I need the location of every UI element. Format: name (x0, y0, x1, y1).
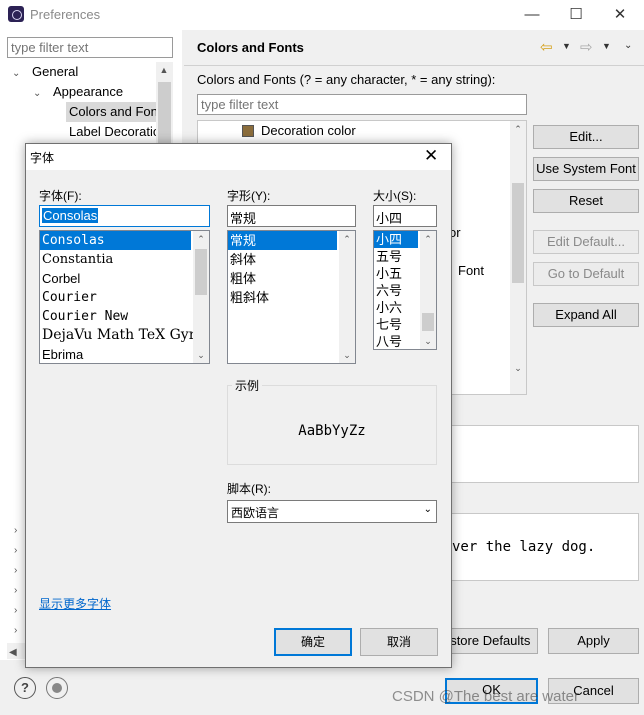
sample-text: AaBbYyZz (298, 423, 366, 439)
restore-defaults-button[interactable]: Restore Defaults (440, 628, 538, 654)
style-label: 字形(Y): (227, 189, 271, 203)
font-list-item[interactable]: Courier (40, 288, 209, 307)
color-swatch (242, 125, 254, 137)
font-list-item[interactable]: Ebrima (40, 345, 209, 363)
scroll-up-icon[interactable]: ⌃ (510, 121, 526, 137)
font-list-item[interactable]: Constantia (40, 250, 209, 269)
tree-item-colors-and-fonts[interactable]: Colors and Fonts (66, 102, 156, 122)
font-size-input[interactable]: 小四 (373, 205, 437, 227)
view-menu-icon[interactable]: ⌄ (624, 40, 632, 51)
style-list[interactable]: 常规 斜体 粗体 粗斜体 ⌃ ⌄ (227, 230, 356, 364)
font-list-item[interactable]: Consolas (40, 231, 191, 250)
preferences-titlebar: Preferences — ☐ ✕ (0, 0, 644, 30)
font-dialog-title: 字体 (30, 151, 55, 165)
chevron-down-icon: ⌄ (423, 504, 432, 515)
close-icon[interactable]: ✕ (598, 4, 642, 26)
edit-default-button[interactable]: Edit Default... (533, 230, 639, 254)
import-export-icon[interactable] (46, 677, 68, 699)
script-select[interactable]: 西欧语言 ⌄ (227, 500, 437, 523)
forward-dropdown-icon[interactable]: ▼ (602, 41, 611, 51)
use-system-font-button[interactable]: Use System Font (533, 157, 639, 181)
chevron-right-icon[interactable]: › (14, 585, 17, 596)
partial-tree-text: Font (458, 263, 485, 278)
chevron-down-icon: ⌄ (33, 88, 42, 99)
scroll-down-icon[interactable]: ⌄ (420, 333, 436, 349)
style-list-item[interactable]: 常规 (228, 231, 337, 250)
font-list-item[interactable]: DejaVu Math TeX Gyre (40, 326, 209, 345)
size-list-item[interactable]: 小四 (374, 231, 418, 248)
left-filter-input[interactable] (7, 37, 173, 58)
go-to-default-button[interactable]: Go to Default (533, 262, 639, 286)
size-list[interactable]: 小四 五号 小五 六号 小六 七号 八号 ⌃ ⌄ (373, 230, 437, 350)
help-icon[interactable]: ? (14, 677, 36, 699)
font-dialog-titlebar: 字体 ✕ (26, 144, 451, 170)
preview-text: ver the lazy dog. (452, 539, 596, 555)
colors-tree-scrollbar[interactable]: ⌃ ⌄ (510, 121, 526, 394)
tree-item-label-decorations[interactable]: Label Decorations (69, 122, 156, 142)
scroll-down-icon[interactable]: ⌄ (339, 347, 355, 363)
maximize-icon[interactable]: ☐ (554, 4, 598, 26)
tree-item-general[interactable]: ⌄ General (12, 62, 78, 82)
eclipse-icon (8, 6, 24, 22)
apply-button[interactable]: Apply (548, 628, 639, 654)
size-label: 大小(S): (373, 189, 417, 203)
font-list[interactable]: Consolas Constantia Corbel Courier Couri… (39, 230, 210, 364)
font-list-scroll-thumb[interactable] (195, 249, 207, 295)
size-list-scroll-thumb[interactable] (422, 313, 434, 331)
sample-label: 示例 (232, 377, 263, 394)
scroll-down-icon[interactable]: ⌄ (193, 347, 209, 363)
font-list-item[interactable]: Courier New (40, 307, 209, 326)
font-cancel-button[interactable]: 取消 (360, 628, 438, 656)
forward-arrow-icon[interactable]: ⇨ (580, 38, 593, 56)
page-title: Colors and Fonts (197, 40, 304, 55)
font-dialog: 字体 ✕ 字体(F): Consolas Consolas Constantia… (25, 143, 452, 668)
reset-button[interactable]: Reset (533, 189, 639, 213)
chevron-right-icon[interactable]: › (14, 625, 17, 636)
chevron-right-icon[interactable]: › (14, 605, 17, 616)
font-style-input[interactable]: 常规 (227, 205, 356, 227)
style-list-item[interactable]: 粗体 (228, 269, 355, 288)
tree-item-appearance[interactable]: ⌄ Appearance (33, 82, 123, 102)
window-title: Preferences (30, 7, 101, 22)
chevron-right-icon[interactable]: › (14, 545, 17, 556)
colors-description: Colors and Fonts (? = any character, * =… (197, 72, 496, 87)
scroll-up-icon[interactable]: ⌃ (339, 231, 355, 247)
size-list-scrollbar[interactable]: ⌃ ⌄ (420, 231, 436, 349)
style-list-scrollbar[interactable]: ⌃ ⌄ (339, 231, 355, 363)
watermark: CSDN @The best are water (392, 688, 579, 705)
chevron-right-icon[interactable]: › (14, 565, 17, 576)
minimize-icon[interactable]: — (510, 4, 554, 26)
chevron-down-icon: ⌄ (12, 68, 21, 79)
chevron-right-icon[interactable]: › (14, 525, 17, 536)
close-icon[interactable]: ✕ (424, 146, 438, 166)
font-ok-button[interactable]: 确定 (274, 628, 352, 656)
scroll-up-icon[interactable]: ▲ (156, 62, 172, 78)
script-label: 脚本(R): (227, 482, 271, 496)
right-filter-input[interactable] (197, 94, 527, 115)
colors-scroll-thumb[interactable] (512, 183, 524, 283)
back-arrow-icon[interactable]: ⇦ (540, 38, 553, 56)
scroll-down-icon[interactable]: ⌄ (510, 360, 526, 376)
scroll-left-icon[interactable]: ◀ (9, 647, 17, 658)
style-list-item[interactable]: 斜体 (228, 250, 355, 269)
expand-all-button[interactable]: Expand All (533, 303, 639, 327)
edit-button[interactable]: Edit... (533, 125, 639, 149)
description-box (445, 425, 639, 483)
font-list-item[interactable]: Corbel (40, 269, 209, 288)
scroll-up-icon[interactable]: ⌃ (420, 231, 436, 247)
tree-item-decoration-color[interactable]: Decoration color (261, 123, 356, 138)
font-label: 字体(F): (39, 189, 82, 203)
back-dropdown-icon[interactable]: ▼ (562, 41, 571, 51)
font-name-input[interactable]: Consolas (39, 205, 210, 227)
scroll-up-icon[interactable]: ⌃ (193, 231, 209, 247)
show-more-fonts-link[interactable]: 显示更多字体 (39, 595, 111, 612)
font-list-scrollbar[interactable]: ⌃ ⌄ (193, 231, 209, 363)
style-list-item[interactable]: 粗斜体 (228, 288, 355, 307)
